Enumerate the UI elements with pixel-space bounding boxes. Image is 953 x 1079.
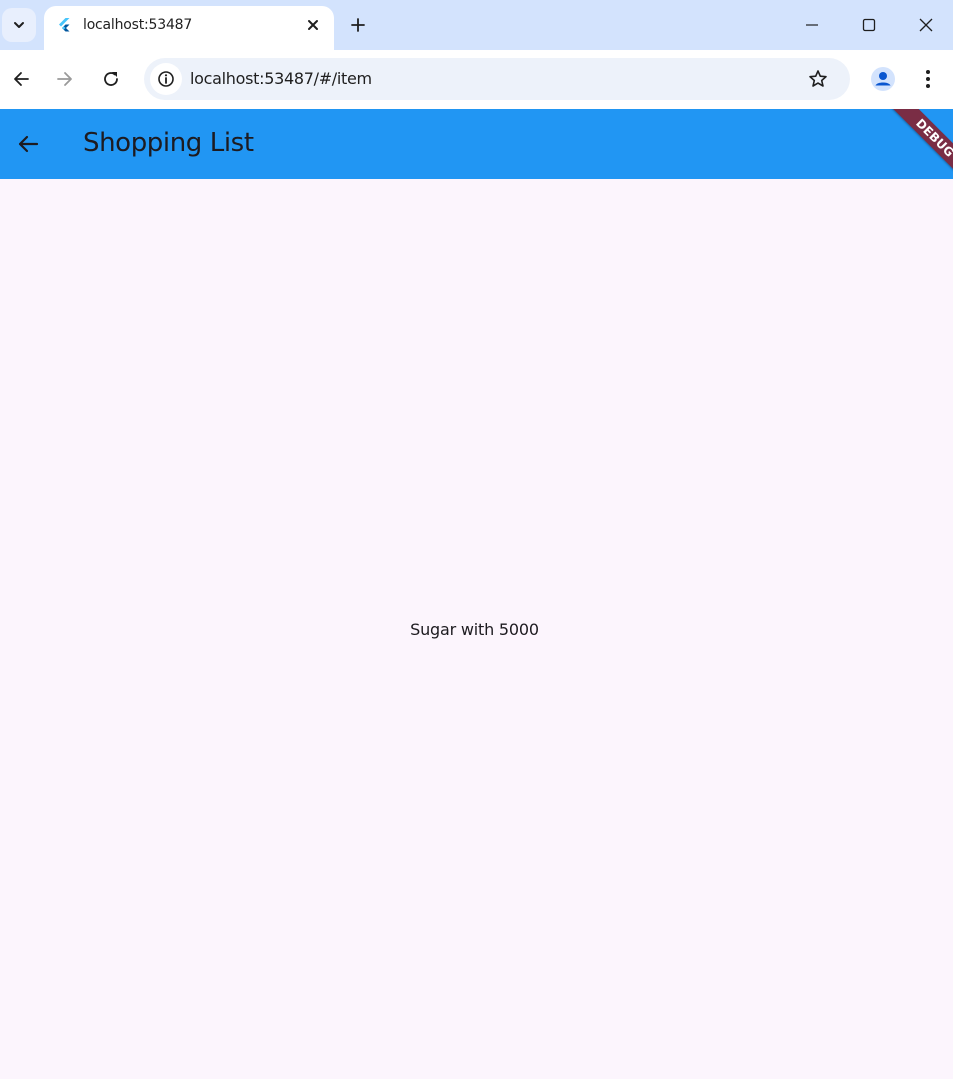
app-back-button[interactable] bbox=[12, 128, 44, 160]
debug-banner-label: DEBUG bbox=[913, 116, 953, 160]
url-text[interactable]: localhost:53487/#/item bbox=[190, 69, 372, 88]
browser-menu-button[interactable] bbox=[914, 64, 942, 94]
minimize-icon bbox=[806, 24, 818, 26]
page-content: Sugar with 5000 bbox=[0, 179, 953, 1079]
arrow-right-icon bbox=[57, 72, 72, 86]
chevron-down-icon bbox=[14, 22, 24, 28]
reload-button[interactable] bbox=[96, 64, 126, 94]
arrow-left-icon bbox=[18, 135, 39, 153]
tab-search-button[interactable] bbox=[2, 8, 36, 42]
debug-banner: DEBUG bbox=[889, 109, 953, 179]
close-icon bbox=[919, 18, 933, 32]
reload-icon bbox=[104, 72, 118, 86]
forward-button[interactable] bbox=[50, 64, 80, 94]
active-tab[interactable]: localhost:53487 bbox=[44, 6, 334, 50]
tab-close-button[interactable] bbox=[302, 14, 324, 36]
address-bar[interactable]: localhost:53487/#/item bbox=[144, 58, 850, 100]
back-button[interactable] bbox=[6, 64, 36, 94]
tab-strip: localhost:53487 bbox=[0, 0, 953, 50]
maximize-icon bbox=[862, 18, 876, 32]
app-bar: Shopping List DEBUG bbox=[0, 109, 953, 179]
close-icon bbox=[308, 20, 318, 30]
arrow-left-icon bbox=[14, 72, 29, 86]
new-tab-button[interactable] bbox=[346, 13, 370, 37]
tab-title: localhost:53487 bbox=[83, 17, 193, 33]
browser-toolbar: localhost:53487/#/item bbox=[0, 50, 953, 109]
minimize-button[interactable] bbox=[797, 10, 827, 40]
kebab-menu-icon bbox=[926, 70, 930, 88]
page-title: Shopping List bbox=[83, 128, 254, 158]
star-icon bbox=[809, 70, 827, 87]
profile-button[interactable] bbox=[868, 64, 898, 94]
bookmark-button[interactable] bbox=[806, 67, 830, 91]
browser-window: localhost:53487 localhost:53487/#/item S… bbox=[0, 0, 953, 1079]
site-info-button[interactable] bbox=[150, 63, 182, 95]
plus-icon bbox=[351, 18, 365, 32]
info-icon bbox=[158, 71, 174, 87]
maximize-button[interactable] bbox=[854, 10, 884, 40]
flutter-icon bbox=[59, 18, 70, 32]
item-detail-text: Sugar with 5000 bbox=[410, 620, 539, 639]
close-window-button[interactable] bbox=[911, 10, 941, 40]
person-icon bbox=[871, 67, 895, 91]
